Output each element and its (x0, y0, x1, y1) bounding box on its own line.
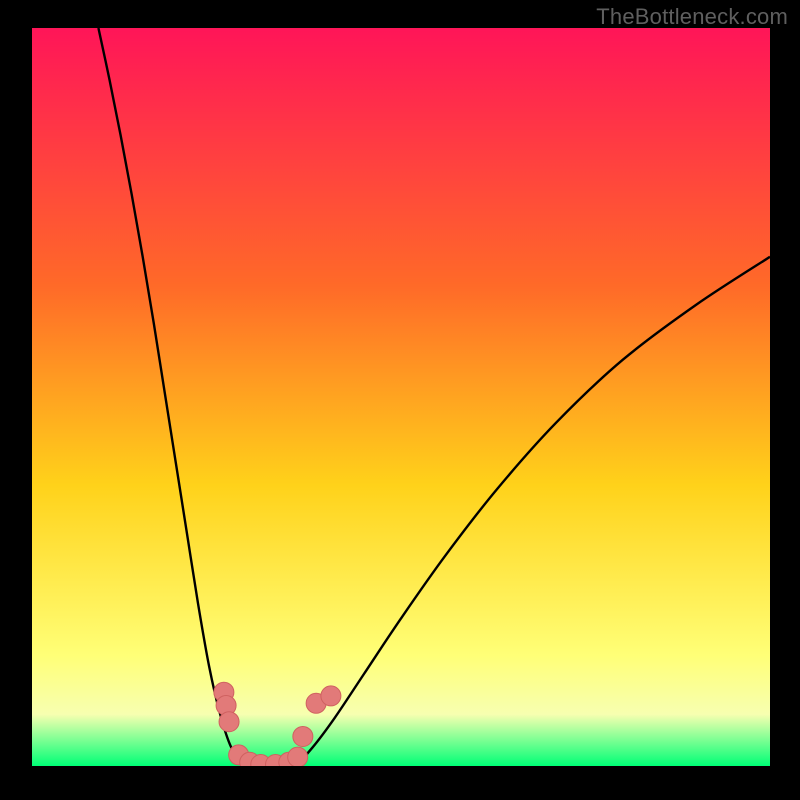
data-marker (321, 686, 341, 706)
chart-frame: TheBottleneck.com (0, 0, 800, 800)
data-marker (219, 712, 239, 732)
chart-svg (32, 28, 770, 766)
gradient-background (32, 28, 770, 766)
data-marker (293, 726, 313, 746)
plot-area (32, 28, 770, 766)
data-marker (288, 747, 308, 766)
watermark-text: TheBottleneck.com (596, 4, 788, 30)
